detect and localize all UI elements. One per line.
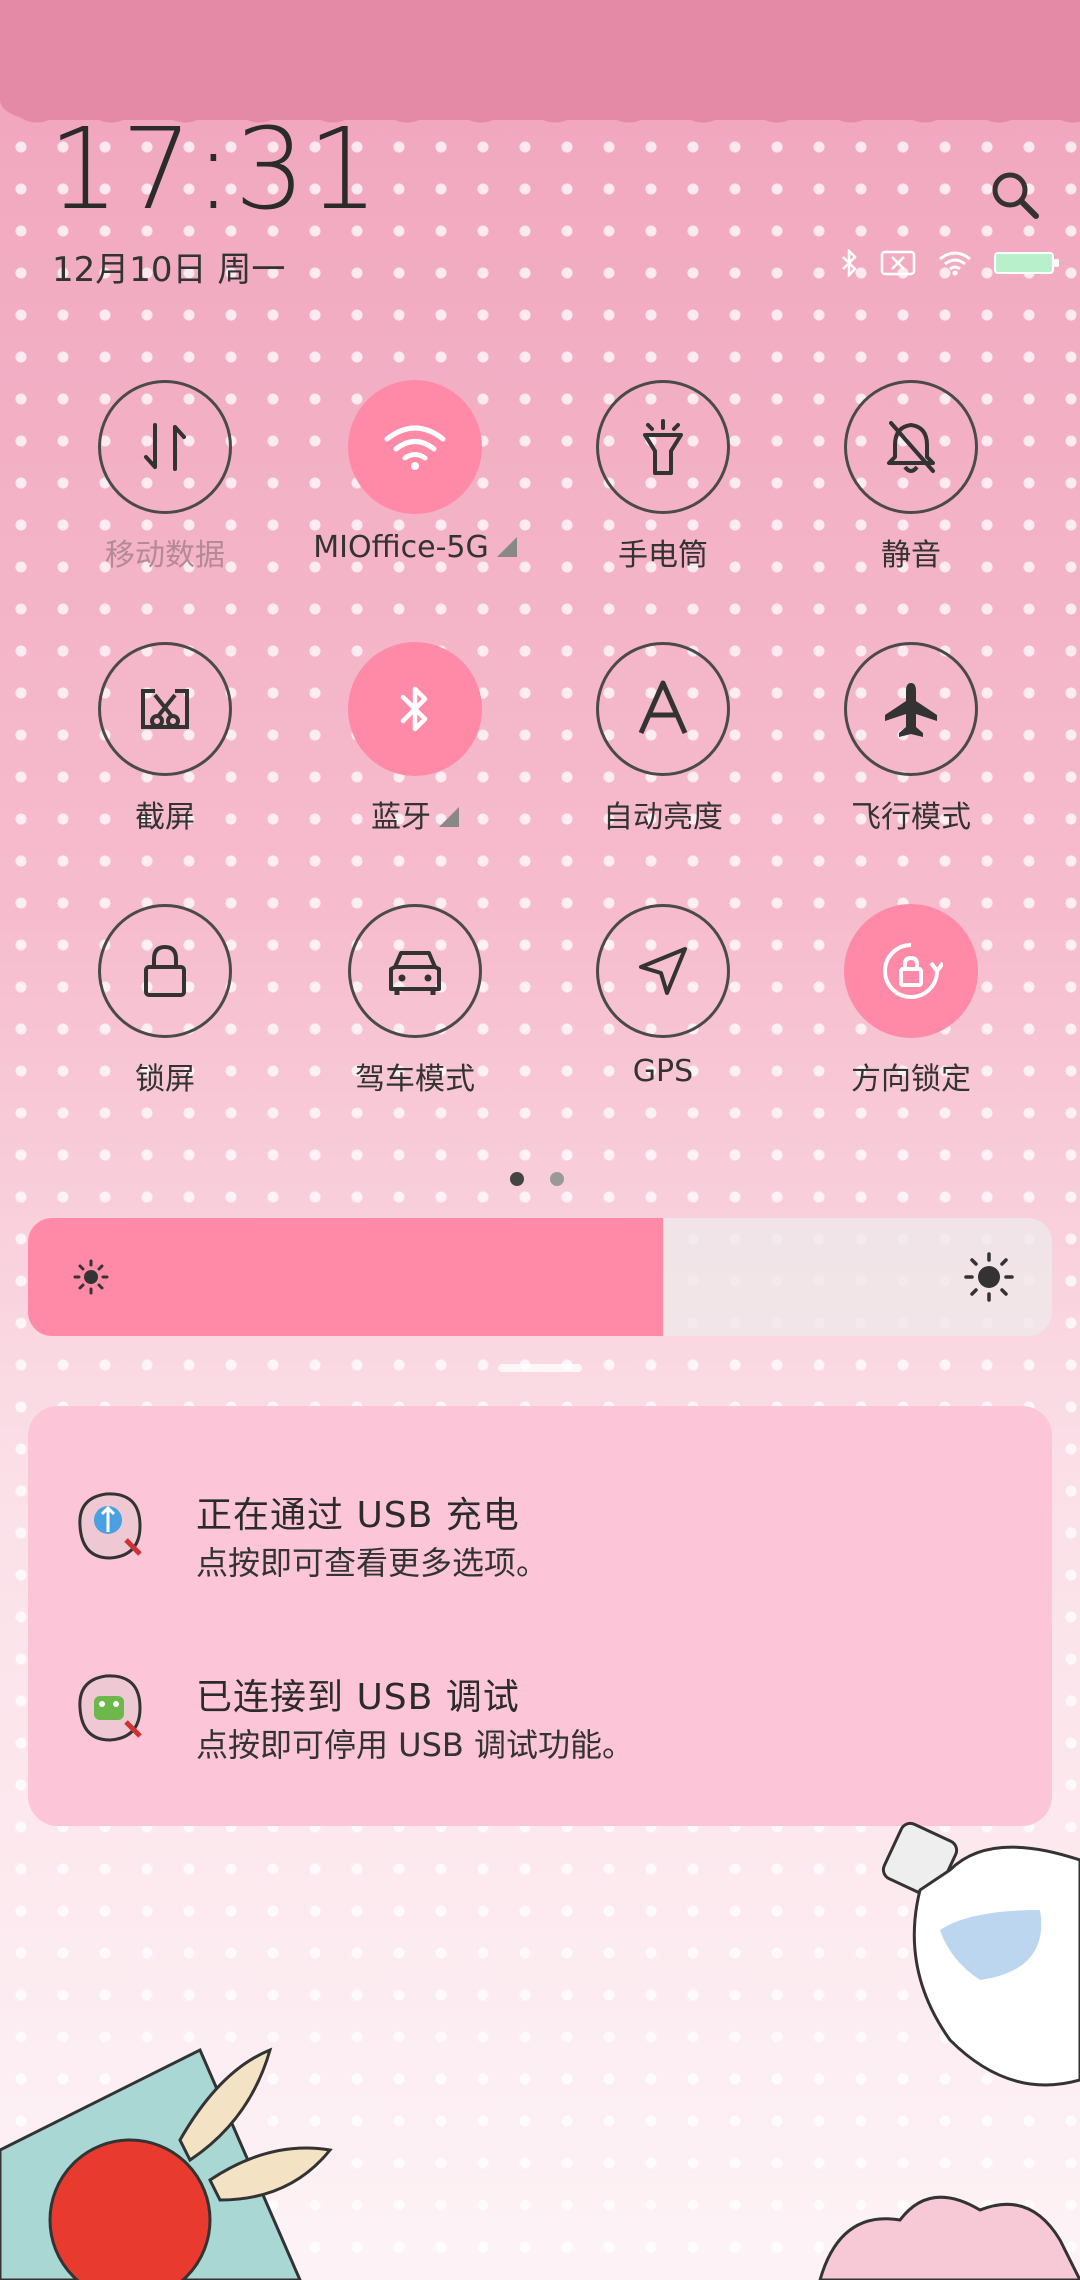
- quick-tile-mobile-data[interactable]: 移动数据: [40, 380, 290, 574]
- page-dot-active[interactable]: [510, 1172, 524, 1186]
- quick-tile-label: 驾车模式: [290, 1054, 540, 1098]
- quick-tile-label: 移动数据: [40, 530, 290, 574]
- quick-tile-rotation-lock[interactable]: 方向锁定: [786, 904, 1036, 1098]
- notification-usb-charging[interactable]: 正在通过 USB 充电 点按即可查看更多选项。: [28, 1456, 1052, 1596]
- quick-tile-label-text: 蓝牙: [371, 800, 431, 835]
- panel-drag-handle[interactable]: [498, 1364, 582, 1372]
- quick-tile-label-text: 方向锁定: [851, 1062, 971, 1097]
- brightness-slider-fill: [28, 1218, 663, 1336]
- flower-wallpaper-decoration: [818, 2195, 1080, 2280]
- quick-tile-flashlight[interactable]: 手电筒: [538, 380, 788, 574]
- quick-tile-label-text: MIOffice-5G: [313, 530, 489, 565]
- quick-tile-label: 静音: [786, 530, 1036, 574]
- auto-brightness-icon[interactable]: [596, 642, 730, 776]
- notification-subtitle: 点按即可查看更多选项。: [196, 1544, 549, 1582]
- brightness-slider[interactable]: [28, 1218, 1052, 1336]
- notification-usb-debugging[interactable]: 已连接到 USB 调试 点按即可停用 USB 调试功能。: [28, 1638, 1052, 1778]
- notification-title: 正在通过 USB 充电: [196, 1495, 520, 1536]
- quick-tile-label: 锁屏: [40, 1054, 290, 1098]
- quick-tile-label-text: 移动数据: [105, 538, 225, 573]
- android-debug-app-icon: [70, 1668, 150, 1748]
- brightness-high-icon: [962, 1250, 1016, 1308]
- expand-triangle-icon[interactable]: [496, 537, 517, 557]
- quick-tile-label-text: 飞行模式: [851, 800, 971, 835]
- quick-tile-label-text: 手电筒: [618, 538, 708, 573]
- quick-tile-screenshot[interactable]: 截屏: [40, 642, 290, 836]
- notification-card: 正在通过 USB 充电 点按即可查看更多选项。 已连接到 USB 调试 点按即可…: [28, 1406, 1052, 1826]
- wifi-icon[interactable]: [348, 380, 482, 514]
- quick-tile-label-text: 截屏: [135, 800, 195, 835]
- wifi-icon: [938, 250, 972, 276]
- quick-tile-mute[interactable]: 静音: [786, 380, 1036, 574]
- quick-tile-label: MIOffice-5G: [290, 530, 540, 565]
- quick-tile-bluetooth[interactable]: 蓝牙: [290, 642, 540, 836]
- quick-tile-label: 自动亮度: [538, 792, 788, 836]
- clock-time: 17:31: [48, 105, 381, 235]
- quick-tile-auto-brightness[interactable]: 自动亮度: [538, 642, 788, 836]
- mobile-data-icon[interactable]: [98, 380, 232, 514]
- usb-charging-app-icon: [70, 1486, 150, 1566]
- notification-title: 已连接到 USB 调试: [196, 1677, 520, 1718]
- apple-wallpaper-decoration: [0, 2047, 333, 2280]
- quick-tile-label-text: 驾车模式: [355, 1062, 475, 1097]
- flashlight-icon[interactable]: [596, 380, 730, 514]
- brightness-low-icon: [68, 1254, 114, 1304]
- page-dot-inactive[interactable]: [550, 1172, 564, 1186]
- screenshot-icon[interactable]: [98, 642, 232, 776]
- status-bar: [840, 248, 1060, 278]
- quick-tile-label-text: 自动亮度: [603, 800, 723, 835]
- quick-tile-label: 手电筒: [538, 530, 788, 574]
- bluetooth-icon[interactable]: [348, 642, 482, 776]
- quick-tile-car[interactable]: 驾车模式: [290, 904, 540, 1098]
- search-icon[interactable]: [990, 170, 1040, 220]
- quick-tile-label: GPS: [538, 1054, 788, 1089]
- rotation-lock-icon[interactable]: [844, 904, 978, 1038]
- bottle-wallpaper-decoration: [881, 1821, 1080, 2087]
- quick-tile-label: 截屏: [40, 792, 290, 836]
- battery-icon: [994, 250, 1060, 276]
- lace-header-decoration: [0, 0, 1080, 148]
- quick-tile-airplane[interactable]: 飞行模式: [786, 642, 1036, 836]
- page-indicator: [510, 1172, 564, 1186]
- mute-icon[interactable]: [844, 380, 978, 514]
- bluetooth-icon: [840, 249, 858, 277]
- quick-tile-lock[interactable]: 锁屏: [40, 904, 290, 1098]
- car-icon[interactable]: [348, 904, 482, 1038]
- expand-triangle-icon[interactable]: [439, 807, 459, 827]
- quick-tile-label: 方向锁定: [786, 1054, 1036, 1098]
- quick-tile-label-text: GPS: [632, 1054, 694, 1089]
- no-sim-icon: [880, 250, 916, 276]
- notification-subtitle: 点按即可停用 USB 调试功能。: [196, 1726, 635, 1764]
- clock-date: 12月10日 周一: [52, 250, 286, 290]
- quick-tile-label-text: 静音: [881, 538, 941, 573]
- lock-icon[interactable]: [98, 904, 232, 1038]
- quick-tile-label: 飞行模式: [786, 792, 1036, 836]
- quick-tile-gps[interactable]: GPS: [538, 904, 788, 1089]
- quick-tile-wifi[interactable]: MIOffice-5G: [290, 380, 540, 565]
- quick-tile-label-text: 锁屏: [135, 1062, 195, 1097]
- quick-tile-label: 蓝牙: [290, 792, 540, 836]
- gps-icon[interactable]: [596, 904, 730, 1038]
- airplane-icon[interactable]: [844, 642, 978, 776]
